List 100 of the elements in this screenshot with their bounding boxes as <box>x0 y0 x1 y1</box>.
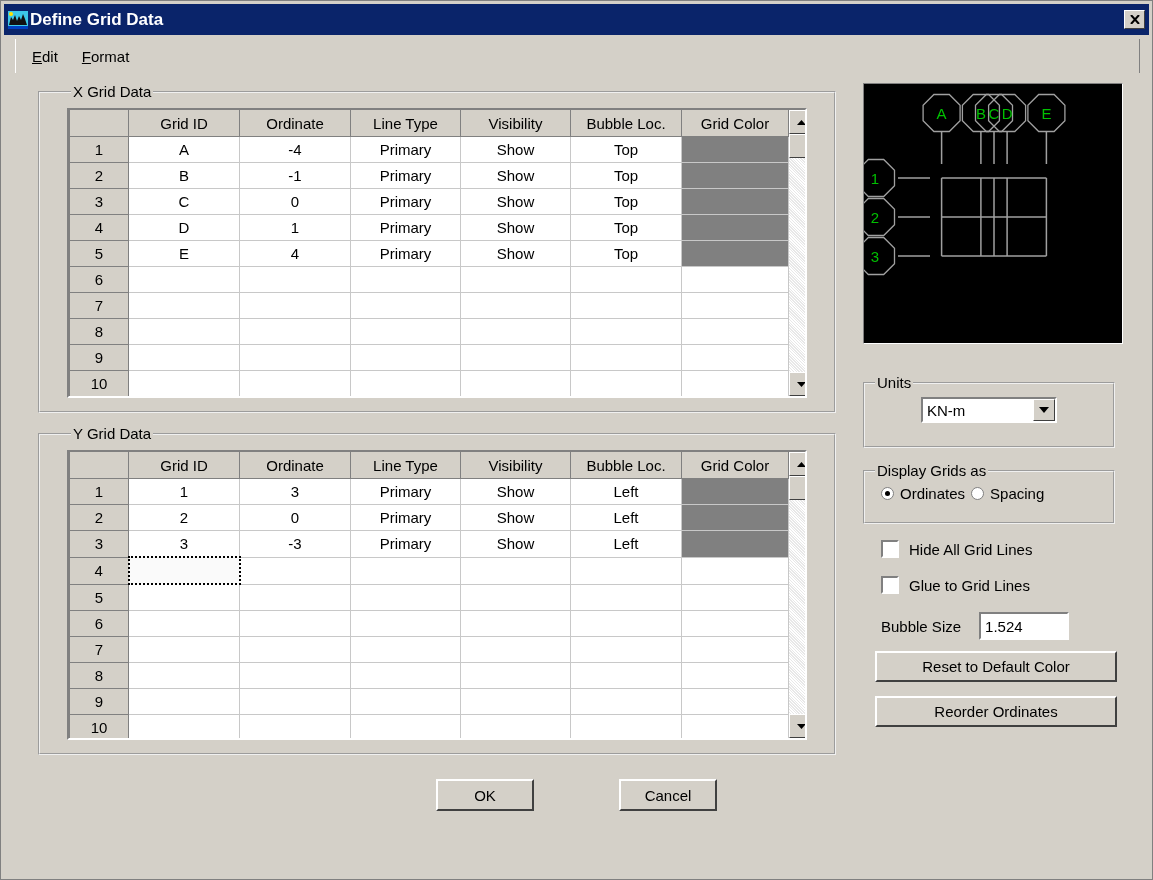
color-cell[interactable] <box>681 136 789 163</box>
row-header[interactable]: 7 <box>69 636 129 663</box>
table-cell[interactable]: A <box>128 136 240 163</box>
row-header[interactable]: 10 <box>69 370 129 396</box>
row-header[interactable]: 9 <box>69 344 129 371</box>
dialog-button[interactable]: Cancel <box>619 779 717 811</box>
table-cell[interactable]: E <box>128 240 240 267</box>
row-header[interactable]: 1 <box>69 478 129 505</box>
checkbox-label[interactable]: Glue to Grid Lines <box>909 576 1030 594</box>
units-dropdown[interactable]: KN-m <box>921 397 1057 423</box>
table-cell[interactable]: 1 <box>128 478 240 505</box>
table-cell[interactable]: Show <box>460 162 571 189</box>
column-header[interactable]: Line Type <box>350 110 461 137</box>
table-cell[interactable] <box>128 557 240 584</box>
column-header[interactable]: Bubble Loc. <box>570 110 682 137</box>
table-cell[interactable]: -4 <box>239 136 351 163</box>
radio-label[interactable]: Spacing <box>990 485 1045 502</box>
menu-item[interactable]: Format <box>81 47 130 65</box>
table-cell[interactable]: D <box>128 214 240 241</box>
column-header[interactable]: Grid Color <box>681 452 789 479</box>
row-header[interactable]: 8 <box>69 318 129 345</box>
color-cell[interactable] <box>681 188 789 215</box>
bubble-size-field[interactable]: 1.524 <box>979 612 1070 640</box>
column-header[interactable]: Bubble Loc. <box>570 452 682 479</box>
column-header[interactable]: Grid ID <box>128 110 240 137</box>
column-header[interactable]: Ordinate <box>239 452 351 479</box>
table-cell[interactable]: -3 <box>239 530 351 557</box>
row-header[interactable]: 4 <box>69 214 129 241</box>
table-cell[interactable]: Show <box>460 240 571 267</box>
row-header[interactable]: 2 <box>69 162 129 189</box>
table-cell[interactable]: 0 <box>239 504 351 531</box>
column-header[interactable]: Ordinate <box>239 110 351 137</box>
table-cell[interactable]: Show <box>460 188 571 215</box>
radio-button[interactable] <box>881 487 894 500</box>
close-button[interactable] <box>1124 10 1145 29</box>
row-header[interactable]: 1 <box>69 136 129 163</box>
row-header[interactable]: 6 <box>69 266 129 293</box>
table-cell[interactable]: Left <box>570 504 682 531</box>
table-cell[interactable]: Left <box>570 478 682 505</box>
table-cell[interactable]: 4 <box>239 240 351 267</box>
table-cell[interactable]: B <box>128 162 240 189</box>
table-cell[interactable]: -1 <box>239 162 351 189</box>
app-icon <box>8 10 28 29</box>
action-button[interactable]: Reorder Ordinates <box>875 696 1117 727</box>
checkbox-label[interactable]: Hide All Grid Lines <box>909 540 1033 558</box>
row-header[interactable]: 8 <box>69 662 129 689</box>
table-cell[interactable]: Top <box>570 240 682 267</box>
row-header[interactable]: 3 <box>69 188 129 215</box>
row-header[interactable]: 9 <box>69 688 129 715</box>
grid-bubble: 3 <box>864 236 896 276</box>
checkbox[interactable] <box>881 540 899 558</box>
row-header[interactable]: 10 <box>69 714 129 738</box>
table-cell[interactable]: Primary <box>350 478 461 505</box>
table-cell[interactable]: Primary <box>350 162 461 189</box>
row-header[interactable]: 5 <box>69 584 129 611</box>
column-header[interactable]: Grid ID <box>128 452 240 479</box>
table-cell[interactable]: Top <box>570 162 682 189</box>
table-cell[interactable]: Show <box>460 214 571 241</box>
menu-item[interactable]: Edit <box>32 47 58 65</box>
row-header[interactable]: 5 <box>69 240 129 267</box>
color-cell[interactable] <box>681 478 789 505</box>
radio-button[interactable] <box>971 487 985 500</box>
color-cell[interactable] <box>681 214 789 241</box>
dialog-button[interactable]: OK <box>436 779 534 811</box>
table-cell[interactable]: C <box>128 188 240 215</box>
table-cell[interactable]: Primary <box>350 214 461 241</box>
row-header[interactable]: 6 <box>69 610 129 637</box>
table-cell[interactable]: Show <box>460 504 571 531</box>
checkbox[interactable] <box>881 576 899 594</box>
table-cell[interactable]: 3 <box>239 478 351 505</box>
grid-bubble: 2 <box>864 197 896 237</box>
table-cell[interactable]: 0 <box>239 188 351 215</box>
column-header[interactable]: Line Type <box>350 452 461 479</box>
table-cell[interactable]: Primary <box>350 240 461 267</box>
color-cell[interactable] <box>681 504 789 531</box>
table-cell[interactable]: Top <box>570 136 682 163</box>
table-cell[interactable]: Show <box>460 136 571 163</box>
column-header[interactable]: Visibility <box>460 452 571 479</box>
table-cell[interactable]: 1 <box>239 214 351 241</box>
table-cell[interactable]: Primary <box>350 530 461 557</box>
column-header[interactable]: Visibility <box>460 110 571 137</box>
color-cell[interactable] <box>681 240 789 267</box>
table-cell[interactable]: Show <box>460 478 571 505</box>
row-header[interactable]: 3 <box>69 530 129 557</box>
table-cell[interactable]: Top <box>570 214 682 241</box>
color-cell[interactable] <box>681 530 789 557</box>
table-cell[interactable]: Primary <box>350 136 461 163</box>
row-header[interactable]: 7 <box>69 292 129 319</box>
table-cell[interactable]: Primary <box>350 188 461 215</box>
table-cell[interactable]: Left <box>570 530 682 557</box>
row-header[interactable]: 4 <box>69 557 129 584</box>
table-cell[interactable]: Primary <box>350 504 461 531</box>
row-header[interactable]: 2 <box>69 504 129 531</box>
table-cell[interactable]: Top <box>570 188 682 215</box>
table-cell[interactable]: 2 <box>128 504 240 531</box>
radio-label[interactable]: Ordinates <box>900 485 966 502</box>
column-header[interactable]: Grid Color <box>681 110 789 137</box>
action-button[interactable]: Reset to Default Color <box>875 651 1117 682</box>
color-cell[interactable] <box>681 162 789 189</box>
table-cell[interactable]: Show <box>460 530 571 557</box>
